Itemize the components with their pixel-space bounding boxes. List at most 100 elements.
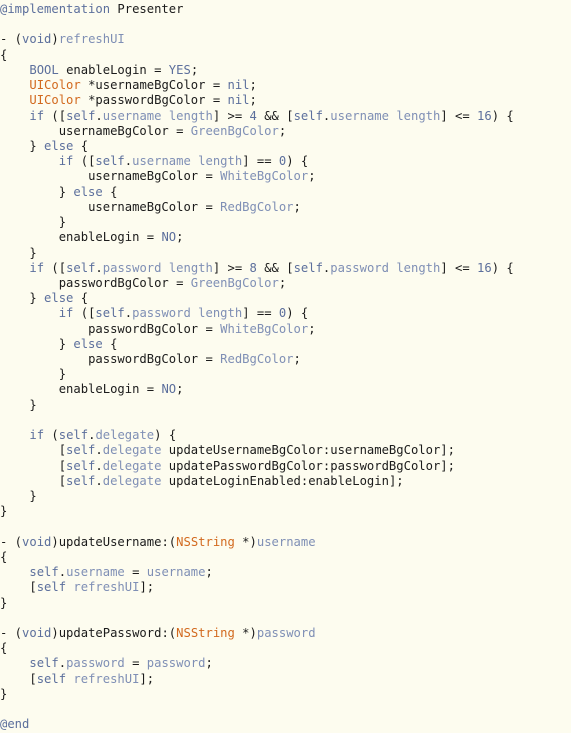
code-punctuation: - ( [0, 534, 23, 549]
code-token: if [29, 428, 45, 443]
code-punctuation [0, 382, 59, 396]
code-punctuation: - ( [0, 625, 23, 640]
code-token: self [293, 108, 323, 123]
code-line: self.password = password; [0, 656, 571, 671]
code-token: RedBgColor [220, 199, 294, 214]
code-punctuation: ]; [139, 671, 155, 686]
code-punctuation: } [0, 367, 67, 382]
code-token: passwordBgColor [58, 275, 169, 290]
code-line: } else { [0, 337, 571, 352]
code-punctuation: ; [293, 199, 301, 214]
code-punctuation [0, 124, 59, 138]
code-token: @end [0, 717, 30, 732]
code-punctuation: ( [44, 428, 59, 443]
code-line: } [0, 489, 571, 504]
code-token: self [66, 458, 96, 473]
code-punctuation: = [205, 93, 228, 108]
code-token: delegate [95, 428, 155, 443]
code-token: 8 [249, 260, 257, 275]
code-line: { [0, 48, 571, 63]
code-punctuation [0, 200, 88, 214]
code-punctuation: ; [205, 565, 213, 580]
code-token: void [22, 534, 52, 549]
code-token: length [168, 108, 213, 123]
code-token: self [293, 260, 323, 275]
code-punctuation: [ [0, 458, 67, 473]
code-token: usernameBgColor [88, 169, 199, 184]
code-token: usernameBgColor [58, 123, 169, 138]
code-punctuation [0, 276, 59, 290]
code-punctuation: { [102, 184, 118, 199]
code-punctuation: ) { [491, 260, 514, 275]
code-token: if [58, 306, 74, 321]
code-token: GreenBgColor [190, 123, 279, 138]
code-punctuation: = [198, 352, 221, 367]
code-token: password [330, 260, 389, 275]
code-token: enableLogin [308, 473, 389, 488]
code-line: } [0, 687, 571, 702]
code-punctuation: } [0, 489, 37, 503]
code-punctuation: ; [278, 275, 287, 290]
code-punctuation: [ [0, 473, 67, 488]
code-punctuation: ]; [388, 473, 404, 488]
code-line: usernameBgColor = WhiteBgColor; [0, 169, 571, 184]
code-punctuation: [ [0, 580, 37, 595]
code-punctuation: { [102, 336, 118, 351]
code-punctuation: . [95, 458, 103, 473]
code-punctuation [0, 656, 29, 670]
code-line: if ([self.password length] >= 8 && [self… [0, 261, 571, 276]
code-punctuation: ] == [242, 306, 279, 321]
code-token: WhiteBgColor [220, 321, 309, 336]
code-line: if ([self.username length] == 0) { [0, 154, 571, 169]
code-punctuation: } [0, 245, 37, 260]
code-punctuation: } [0, 184, 74, 199]
code-punctuation: *) [234, 625, 257, 640]
code-token: if [29, 108, 45, 123]
code-punctuation: ]; [440, 443, 455, 458]
code-punctuation: . [95, 260, 103, 275]
code-token: passwordBgColor [88, 352, 199, 367]
code-punctuation [161, 109, 168, 123]
code-line: if ([self.username length] >= 4 && [self… [0, 109, 571, 124]
code-punctuation: = [139, 382, 162, 397]
code-punctuation: ) { [491, 108, 514, 123]
code-punctuation: ([ [73, 306, 96, 321]
code-punctuation: . [124, 306, 133, 321]
code-punctuation: ) [51, 32, 59, 47]
code-line: if ([self.password length] == 0) { [0, 306, 571, 321]
code-punctuation: = [198, 169, 221, 184]
code-punctuation [59, 63, 66, 77]
code-token: else [73, 184, 103, 199]
code-punctuation: = [205, 78, 228, 93]
code-punctuation: *) [234, 534, 257, 549]
code-token: self [29, 656, 59, 671]
code-token: self [66, 260, 96, 275]
code-token: updateUsernameBgColor [168, 443, 323, 458]
code-token: BOOL [29, 62, 59, 77]
code-punctuation [161, 459, 168, 473]
code-punctuation: ] >= [212, 108, 250, 123]
code-token: length [396, 260, 441, 275]
code-token: updateLoginEnabled [168, 473, 301, 488]
code-punctuation: ([ [44, 108, 67, 123]
code-punctuation: :( [161, 625, 177, 640]
code-token: updateUsername [58, 534, 162, 549]
code-punctuation [0, 63, 29, 77]
code-token: 4 [249, 108, 257, 123]
code-token: nil [227, 78, 250, 93]
code-token: usernameBgColor [95, 78, 206, 93]
code-line: [self refreshUI]; [0, 672, 571, 687]
code-punctuation: && [ [256, 108, 294, 123]
code-punctuation: ; [308, 169, 316, 184]
code-token: enableLogin [66, 62, 147, 77]
code-punctuation [0, 565, 29, 579]
code-punctuation: * [80, 93, 96, 108]
code-punctuation [161, 474, 168, 488]
code-punctuation: = [124, 656, 147, 671]
code-line: [self.delegate updateUsernameBgColor:use… [0, 443, 571, 458]
code-token: if [29, 260, 45, 275]
code-token: password [146, 656, 206, 671]
code-token: NSString [176, 534, 235, 549]
code-line: passwordBgColor = GreenBgColor; [0, 276, 571, 291]
